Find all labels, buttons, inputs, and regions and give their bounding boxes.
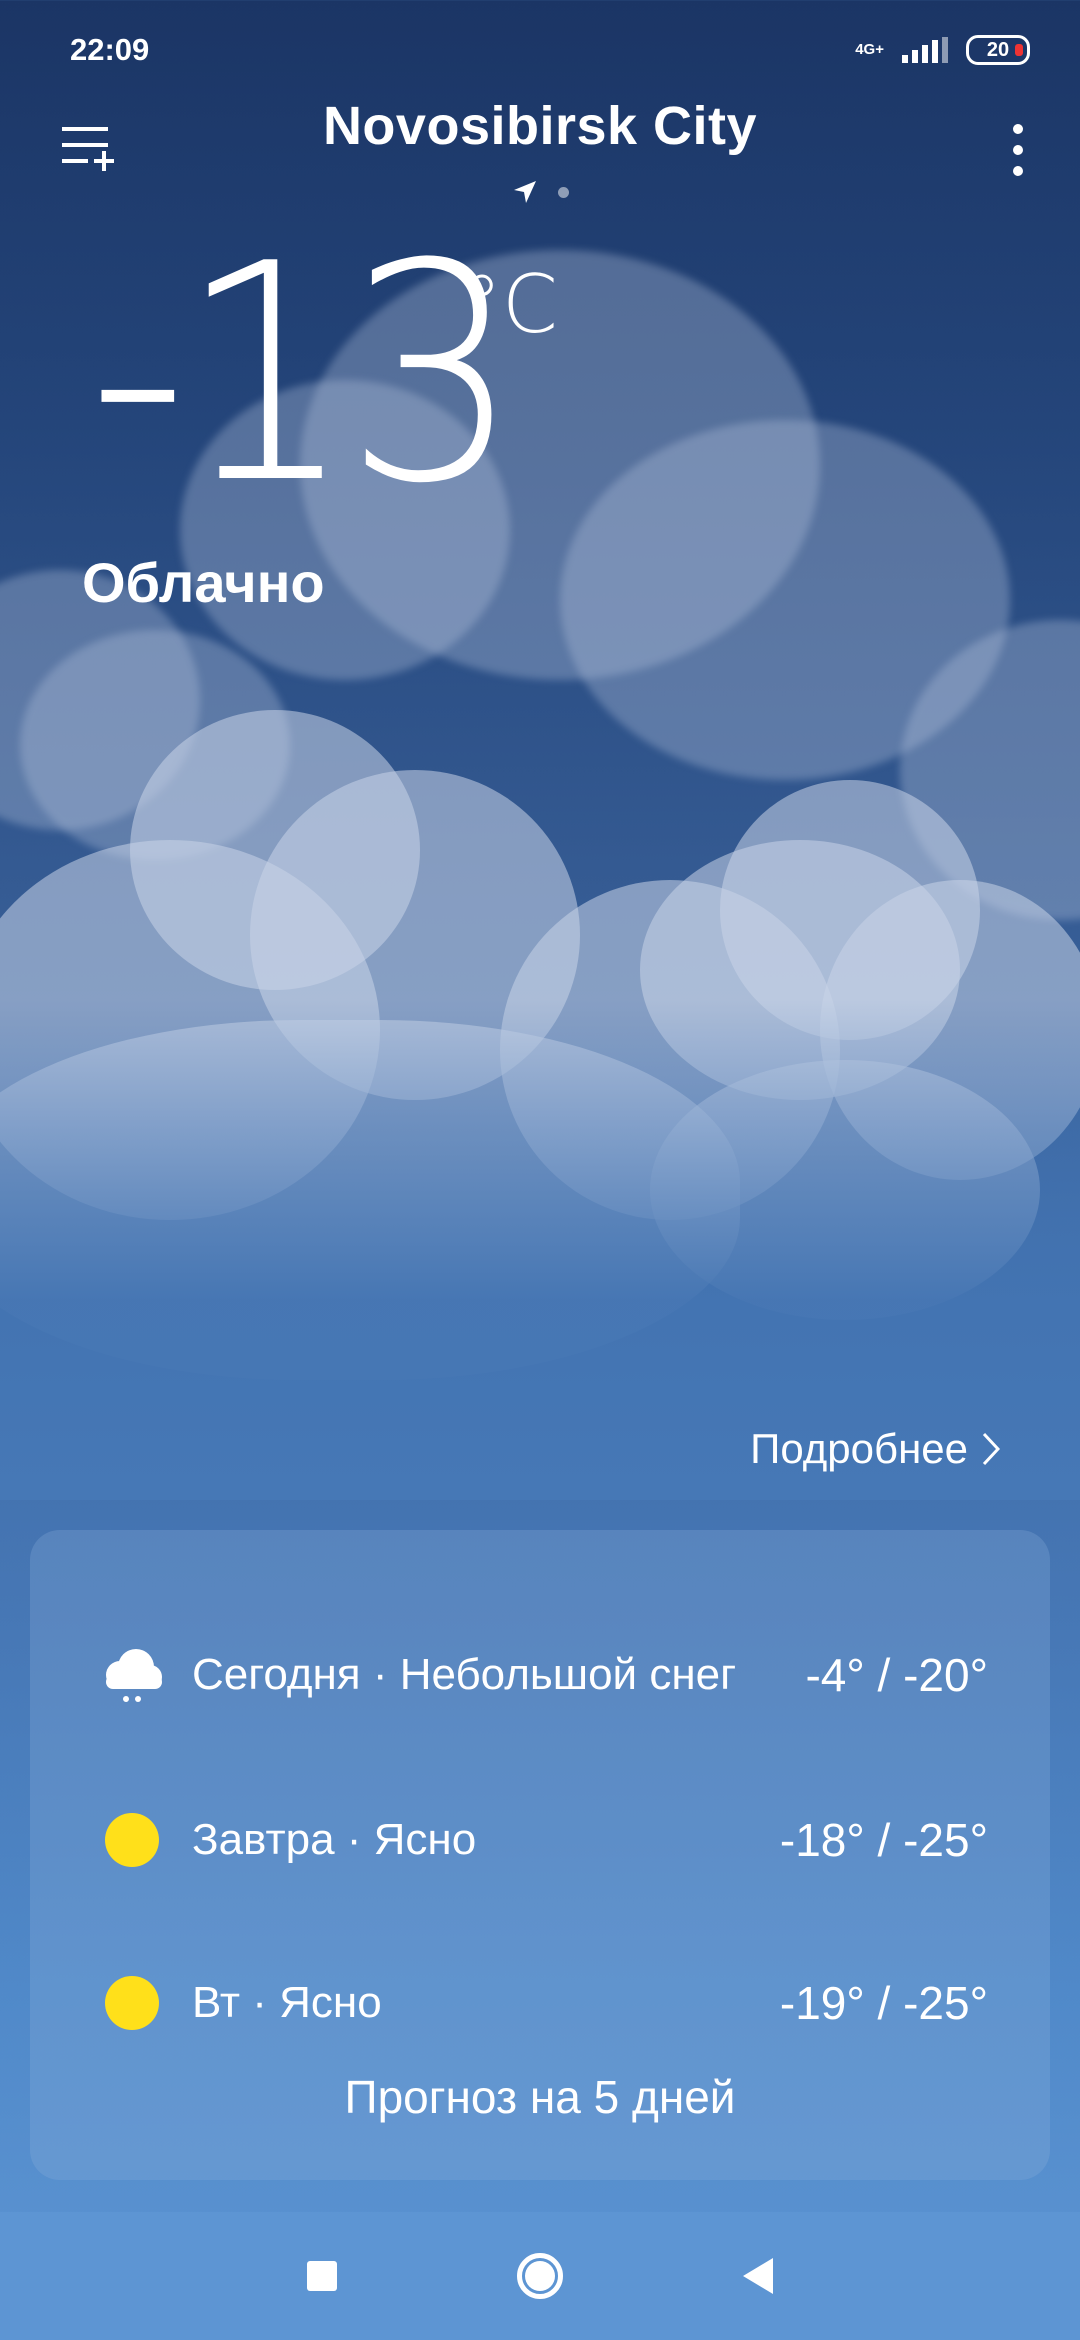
status-bar: 22:09 4G+ 20 <box>0 0 1080 100</box>
city-title: Novosibirsk City <box>322 96 758 156</box>
forecast-card: Сегодня · Небольшой снег -4° / -20° Завт… <box>30 1530 1050 2180</box>
forecast-label: Сегодня · Небольшой снег <box>192 1650 737 1699</box>
recents-button[interactable] <box>307 2261 337 2291</box>
five-day-forecast-button[interactable]: Прогноз на 5 дней <box>30 2070 1050 2124</box>
forecast-label: Завтра · Ясно <box>192 1815 477 1864</box>
forecast-label: Вт · Ясно <box>192 1978 382 2027</box>
forecast-range: -4° / -20° <box>805 1649 988 1701</box>
forecast-row-today[interactable]: Сегодня · Небольшой снег -4° / -20° <box>30 1630 1050 1720</box>
status-icons: 4G+ 20 <box>855 35 1030 65</box>
temperature-unit: °C <box>462 258 558 351</box>
signal-icon <box>902 37 948 63</box>
forecast-row-tuesday[interactable]: Вт · Ясно -19° / -25° <box>30 1958 1050 2048</box>
page-dot <box>557 186 569 198</box>
network-type: 4G+ <box>855 41 884 58</box>
details-link-label: Подробнее <box>750 1425 968 1472</box>
sun-icon <box>105 1813 159 1867</box>
current-temperature: -13 <box>88 200 520 549</box>
light-snow-icon <box>98 1641 166 1709</box>
home-button[interactable] <box>517 2253 563 2299</box>
details-link[interactable]: Подробнее <box>750 1425 1000 1473</box>
forecast-range: -18° / -25° <box>779 1814 988 1866</box>
status-time: 22:09 <box>70 32 150 67</box>
back-button[interactable] <box>743 2258 773 2294</box>
forecast-row-tomorrow[interactable]: Завтра · Ясно -18° / -25° <box>30 1795 1050 1885</box>
chevron-right-icon <box>982 1432 1000 1466</box>
current-condition: Облачно <box>82 551 325 614</box>
more-options-icon[interactable] <box>1012 123 1024 177</box>
location-arrow-icon <box>513 181 536 203</box>
sun-icon <box>105 1976 159 2030</box>
forecast-range: -19° / -25° <box>779 1977 988 2029</box>
battery-icon: 20 <box>966 35 1030 65</box>
navigation-bar <box>0 2212 1080 2340</box>
battery-level: 20 <box>986 38 1010 61</box>
